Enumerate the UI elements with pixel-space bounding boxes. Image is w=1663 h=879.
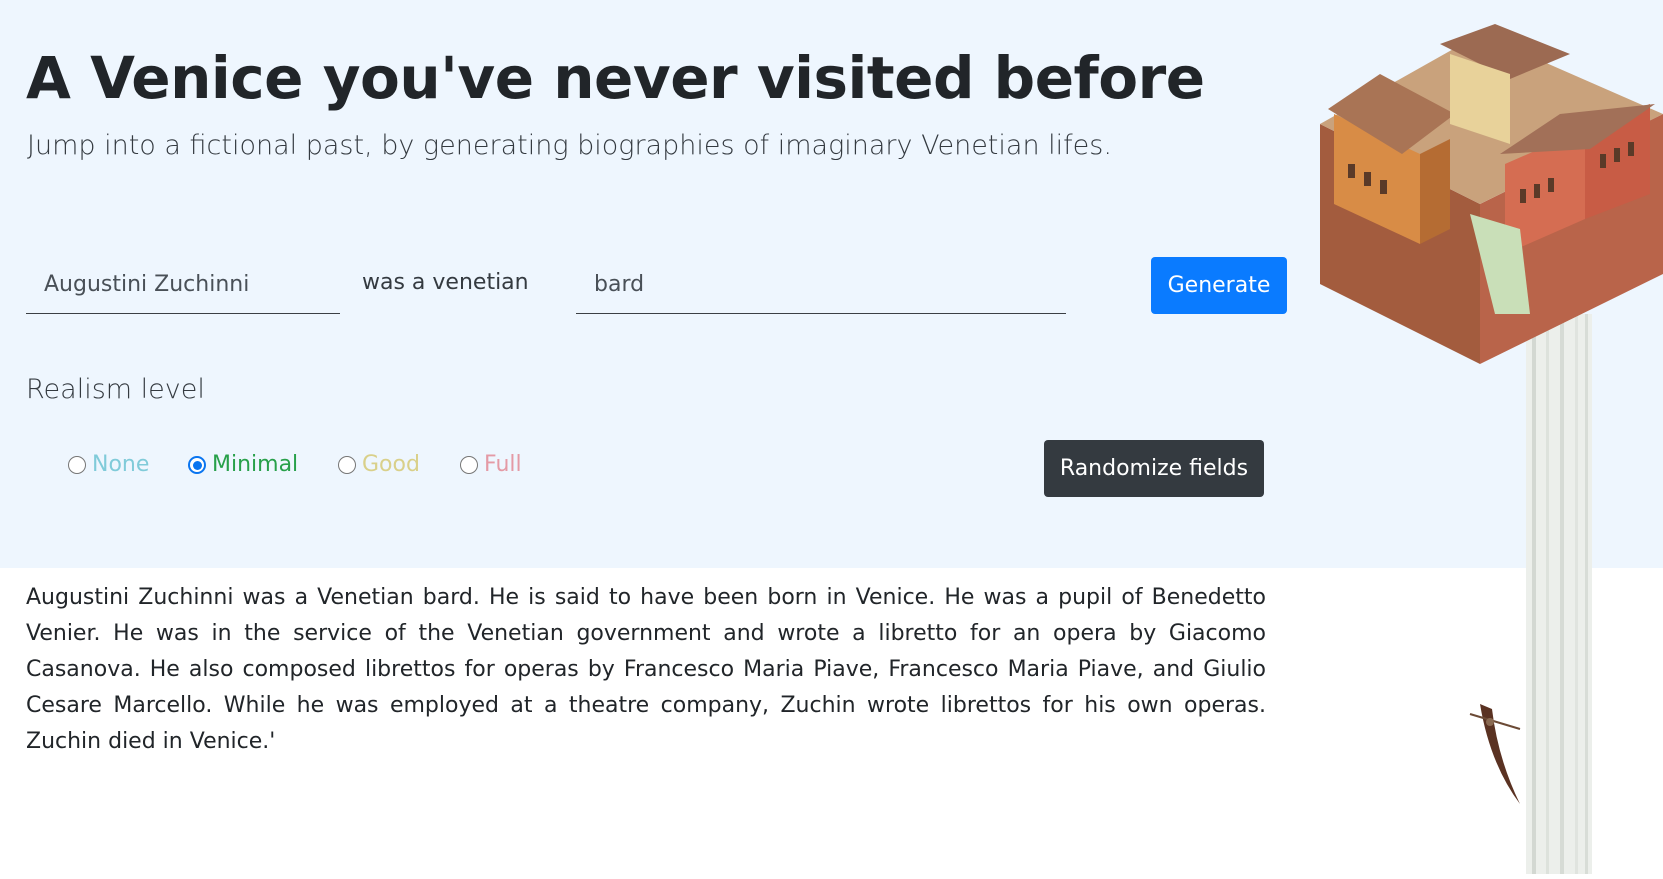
page-title: A Venice you've never visited before — [26, 44, 1205, 112]
realism-option-full[interactable]: Full — [460, 452, 522, 477]
radio-label-full: Full — [484, 452, 522, 477]
radio-none[interactable] — [68, 455, 86, 474]
radio-label-good: Good — [362, 452, 420, 477]
venice-island-illustration — [1320, 24, 1663, 874]
gondola-graphic — [1469, 704, 1521, 804]
radio-good[interactable] — [338, 455, 356, 474]
name-input[interactable] — [26, 256, 340, 314]
profession-input[interactable] — [576, 256, 1066, 314]
radio-label-none: None — [92, 452, 150, 477]
realism-option-none[interactable]: None — [68, 452, 149, 477]
randomize-fields-button[interactable]: Randomize fields — [1044, 440, 1264, 497]
radio-minimal[interactable] — [188, 455, 206, 474]
page-subtitle: Jump into a fictional past, by generatin… — [27, 130, 1112, 161]
connector-text: was a venetian — [362, 270, 529, 295]
realism-option-minimal[interactable]: Minimal — [188, 452, 298, 477]
realism-option-good[interactable]: Good — [338, 452, 420, 477]
generate-button[interactable]: Generate — [1151, 257, 1287, 314]
radio-full[interactable] — [460, 455, 478, 474]
radio-label-minimal: Minimal — [212, 452, 299, 477]
waterfall-graphic — [1526, 314, 1592, 874]
generated-biography: Augustini Zuchinni was a Venetian bard. … — [26, 585, 1266, 754]
realism-level-label: Realism level — [26, 374, 205, 405]
